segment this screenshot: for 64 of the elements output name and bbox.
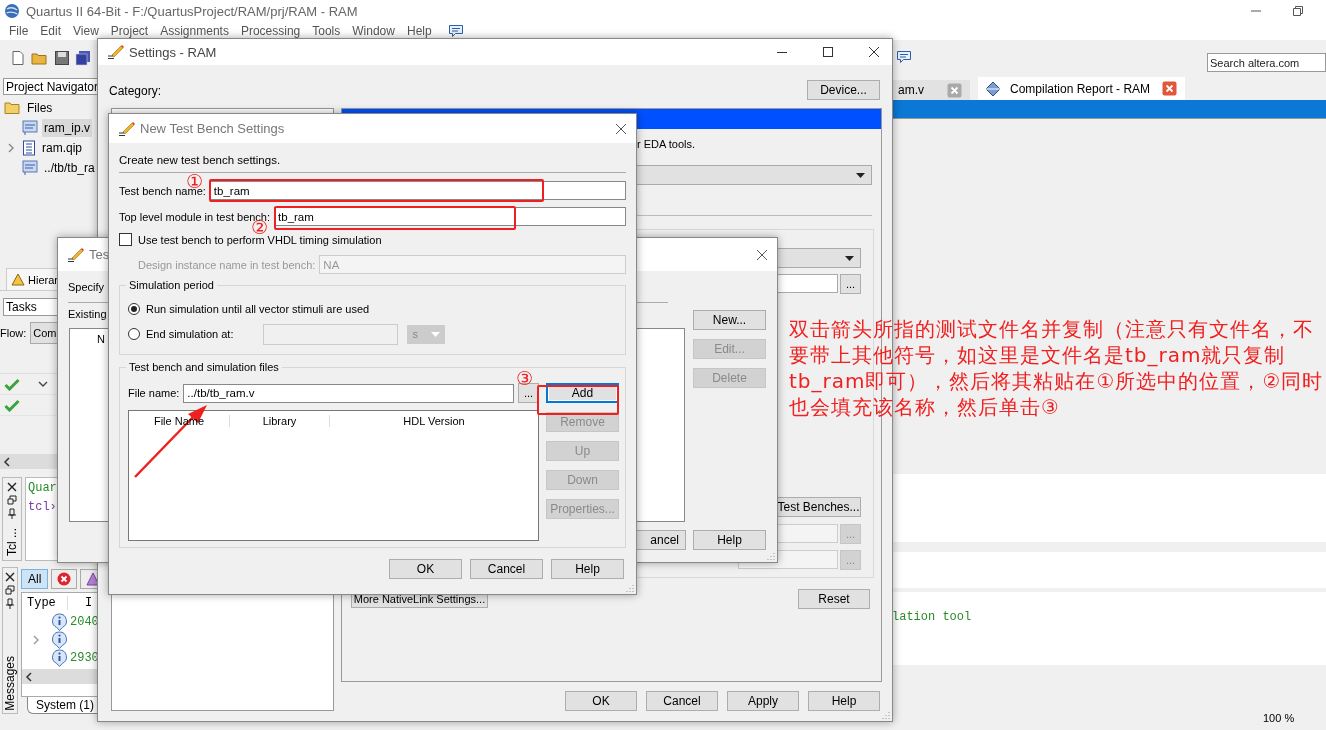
intro-text: Create new test bench settings. xyxy=(119,154,626,173)
column-header[interactable]: Type xyxy=(22,596,68,610)
navigator-dropdown[interactable]: Project Navigator xyxy=(3,78,97,95)
panel-label: Tcl ... xyxy=(5,528,19,556)
dialog-button[interactable]: Help xyxy=(551,559,624,579)
panel-text: r EDA tools. xyxy=(637,138,696,150)
menu-item[interactable]: Assignments xyxy=(154,24,235,38)
tree-item[interactable]: Files xyxy=(25,99,55,117)
menu-item[interactable]: View xyxy=(67,24,105,38)
test-benches-button[interactable]: Test Benches... xyxy=(776,497,861,517)
tree-item[interactable]: ram_ip.v xyxy=(42,119,92,137)
menu-item[interactable]: File xyxy=(3,24,35,38)
browse-button[interactable]: ... xyxy=(840,274,861,294)
column-header[interactable]: Library xyxy=(230,415,330,427)
dialog-button[interactable]: Apply xyxy=(727,691,799,711)
window-title: Quartus II 64-Bit - F:/QuartusProject/RAM/prj/RAM - RAM xyxy=(26,3,358,19)
device-button[interactable]: Device... xyxy=(807,80,880,100)
field-label: File name: xyxy=(128,387,180,399)
menu-item[interactable]: Processing xyxy=(234,24,307,38)
filter-button[interactable]: All xyxy=(21,569,49,589)
zoom-level: 100 % xyxy=(1263,712,1295,724)
document-tab[interactable]: Compilation Report - RAM xyxy=(978,77,1186,100)
flow-label: Flow: xyxy=(0,327,27,339)
dialog-button[interactable]: Cancel xyxy=(646,691,718,711)
dialog-button[interactable]: OK xyxy=(565,691,637,711)
tree-item[interactable]: ../tb/tb_ra xyxy=(42,159,97,177)
dialog-button[interactable]: Cancel xyxy=(470,559,543,579)
dialog-button[interactable]: OK xyxy=(389,559,462,579)
message-list[interactable]: lation tool xyxy=(892,592,1326,665)
flow-dropdown[interactable]: Com xyxy=(30,322,60,344)
group-label: Simulation period xyxy=(128,279,215,291)
tree-item[interactable]: ram.qip xyxy=(40,139,84,157)
column-header[interactable]: I xyxy=(68,596,93,610)
document-tab[interactable]: am.v xyxy=(892,80,970,100)
checkbox-label: Use test bench to perform VHDL timing simulation xyxy=(138,233,382,246)
dialog-button[interactable]: Help xyxy=(693,530,766,550)
dialog-button[interactable]: Help xyxy=(808,691,880,711)
search-field[interactable]: Search altera.com xyxy=(1207,53,1326,72)
category-label: Category: xyxy=(109,84,162,98)
top-level-module-field[interactable]: tb_ram xyxy=(274,207,626,226)
window-title: Settings - RAM xyxy=(129,44,217,60)
window-title: New Test Bench Settings xyxy=(140,121,285,136)
group-label: Test bench and simulation files xyxy=(128,361,280,373)
menu-item[interactable]: Edit xyxy=(34,24,68,38)
test-bench-name-field[interactable]: tb_ram xyxy=(209,181,626,200)
menu-item[interactable]: Project xyxy=(104,24,155,38)
message-text: lation tool xyxy=(892,610,972,624)
menu-item[interactable]: Tools xyxy=(306,24,347,38)
column-header[interactable]: HDL Version xyxy=(330,415,538,427)
existing-label: Existing xyxy=(68,308,107,320)
field-label: Design instance name in test bench: xyxy=(138,258,316,271)
panel-label: Messages xyxy=(3,656,17,711)
menu-item[interactable]: Window xyxy=(346,24,401,38)
menu-item[interactable]: Help xyxy=(400,24,438,38)
annotation-note: 双击箭头所指的测试文件名并复制（注意只有文件名，不要带上其他符号，如这里是文件名是tb_ram就只复制tb_ram即可），然后将其粘贴在①所选中的位置，②同时也会填充该名称，然后单击③ xyxy=(789,316,1324,420)
system-tab[interactable]: System (1) xyxy=(27,697,97,714)
radio-label: Run simulation until all vector stimuli are used xyxy=(146,303,370,315)
side-button[interactable]: New... xyxy=(693,310,766,330)
window-title: Tes xyxy=(89,247,110,262)
instruction-text: Specify xyxy=(68,281,105,293)
column-header[interactable]: N xyxy=(97,333,105,345)
file-name-field[interactable]: ../tb/tb_ram.v xyxy=(183,383,514,403)
radio-label: End simulation at: xyxy=(146,328,234,340)
reset-button[interactable]: Reset xyxy=(798,589,870,609)
